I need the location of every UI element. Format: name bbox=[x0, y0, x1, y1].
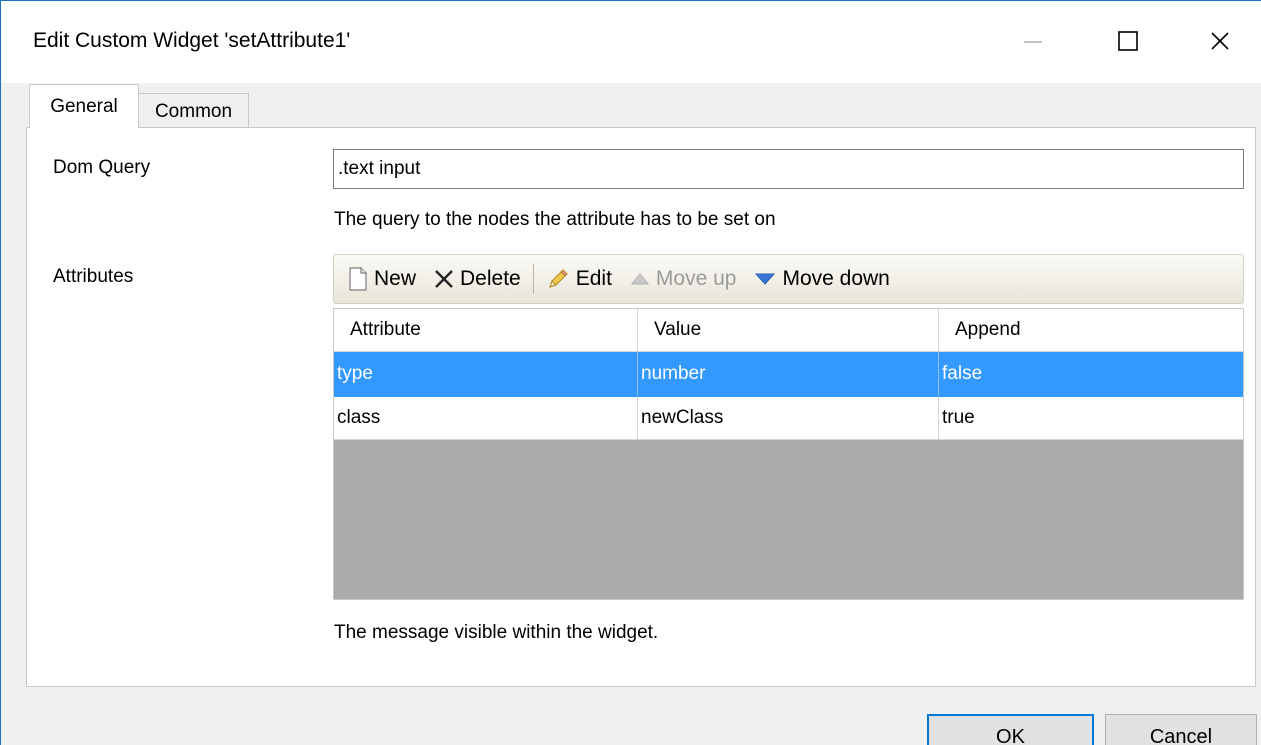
move-down-label: Move down bbox=[782, 267, 890, 290]
window-title: Edit Custom Widget 'setAttribute1' bbox=[33, 29, 351, 52]
cell-attribute[interactable]: class bbox=[334, 397, 638, 440]
column-header-append[interactable]: Append bbox=[939, 309, 1243, 352]
cell-value[interactable]: number bbox=[638, 352, 939, 397]
ok-button[interactable]: OK bbox=[927, 714, 1094, 745]
move-up-label: Move up bbox=[655, 267, 737, 290]
attributes-label: Attributes bbox=[53, 266, 134, 287]
minimize-icon bbox=[1024, 41, 1042, 43]
toolbar-separator bbox=[532, 264, 534, 294]
cell-attribute[interactable]: type bbox=[334, 352, 638, 397]
column-header-attribute[interactable]: Attribute bbox=[334, 309, 638, 352]
grid-header: Attribute Value Append bbox=[334, 309, 1243, 352]
dialog-window: Edit Custom Widget 'setAttribute1' Gener… bbox=[0, 0, 1261, 745]
delete-x-icon bbox=[435, 270, 453, 288]
dom-query-hint: The query to the nodes the attribute has… bbox=[334, 209, 776, 230]
edit-label: Edit bbox=[575, 267, 612, 290]
close-icon bbox=[1211, 32, 1229, 50]
cell-append[interactable]: false bbox=[939, 352, 1243, 397]
cell-value[interactable]: newClass bbox=[638, 397, 939, 440]
delete-label: Delete bbox=[460, 267, 521, 290]
dom-query-input[interactable] bbox=[333, 149, 1244, 189]
attributes-grid[interactable]: Attribute Value Append type number false… bbox=[333, 308, 1244, 600]
triangle-up-icon bbox=[630, 273, 649, 285]
cancel-button[interactable]: Cancel bbox=[1105, 714, 1257, 745]
maximize-button[interactable] bbox=[1101, 15, 1155, 67]
tab-common[interactable]: Common bbox=[139, 93, 249, 129]
pencil-icon bbox=[548, 269, 568, 288]
attributes-toolbar: New Delete Edit Move up Move down bbox=[333, 254, 1244, 304]
new-label: New bbox=[374, 267, 417, 290]
move-down-button[interactable]: Move down bbox=[748, 261, 895, 297]
dom-query-label: Dom Query bbox=[53, 157, 151, 178]
title-bar: Edit Custom Widget 'setAttribute1' bbox=[1, 1, 1261, 83]
new-button[interactable]: New bbox=[342, 261, 422, 297]
maximize-icon bbox=[1118, 31, 1138, 51]
new-document-icon bbox=[349, 267, 367, 291]
edit-button[interactable]: Edit bbox=[540, 261, 618, 297]
table-row[interactable]: class newClass true bbox=[334, 397, 1243, 440]
tab-general[interactable]: General bbox=[29, 84, 139, 128]
triangle-down-icon bbox=[755, 273, 776, 285]
table-row[interactable]: type number false bbox=[334, 352, 1243, 397]
move-up-button[interactable]: Move up bbox=[624, 261, 743, 297]
close-button[interactable] bbox=[1193, 15, 1247, 67]
column-header-value[interactable]: Value bbox=[638, 309, 939, 352]
cell-append[interactable]: true bbox=[939, 397, 1243, 440]
delete-button[interactable]: Delete bbox=[428, 261, 527, 297]
attributes-hint: The message visible within the widget. bbox=[334, 622, 659, 643]
minimize-button[interactable] bbox=[1006, 15, 1060, 67]
